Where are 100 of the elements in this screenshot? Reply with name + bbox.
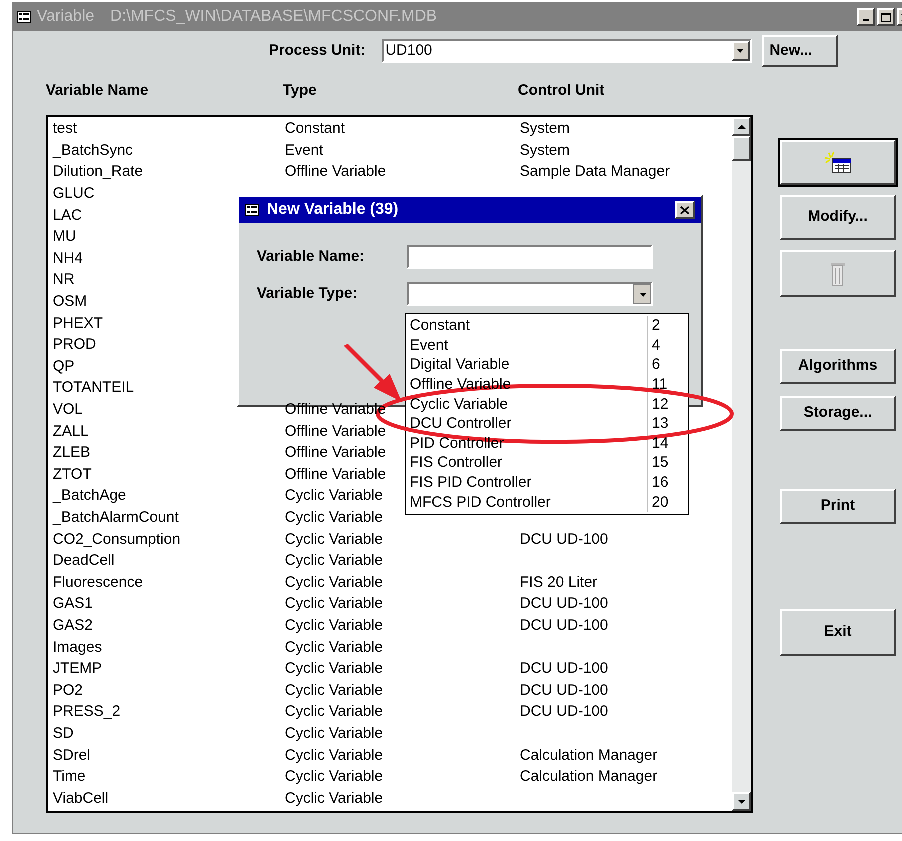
table-cell: Offline Variable: [285, 163, 386, 180]
table-cell: Images: [53, 638, 102, 656]
form-icon: [17, 11, 31, 23]
maximize-button[interactable]: [877, 8, 895, 26]
caret-icon: [737, 49, 744, 53]
table-cell: Cyclic Variable: [285, 552, 384, 570]
scroll-thumb[interactable]: [732, 136, 751, 161]
table-cell: Sample Data Manager: [520, 163, 670, 180]
option-code: 20: [652, 494, 669, 511]
table-cell: ViabCell: [53, 790, 109, 807]
new-table-icon: [823, 150, 853, 174]
table-cell: Cyclic Variable: [285, 638, 384, 656]
table-cell: Cyclic Variable: [285, 724, 384, 742]
table-cell: CO2_Consumption: [53, 530, 181, 548]
table-cell: Constant: [285, 120, 346, 138]
table-cell: test: [53, 120, 78, 138]
column-header: Variable Name: [46, 80, 150, 101]
option-code: 11: [652, 376, 668, 394]
table-cell: PROD: [53, 336, 96, 354]
table-cell: Calculation Manager: [520, 746, 658, 764]
dropdown-option[interactable]: Cyclic Variable: [410, 396, 508, 412]
table-cell: GAS2: [53, 616, 94, 634]
table-cell: ZALL: [53, 422, 89, 440]
table-cell: NH4: [53, 250, 84, 267]
side-button[interactable]: Algorithms: [780, 349, 896, 384]
table-cell: SDrel: [53, 746, 91, 764]
table-cell: OSM: [53, 293, 88, 310]
table-cell: _BatchAlarmCount: [53, 508, 179, 526]
side-button[interactable]: Modify...: [780, 195, 896, 240]
minimize-button[interactable]: [857, 8, 875, 26]
caret-icon: [640, 293, 646, 297]
table-cell: Dilution_Rate: [53, 163, 144, 180]
table-cell: _BatchAge: [53, 487, 126, 504]
variable-name-label: Variable Name:: [257, 246, 366, 267]
scrollbar[interactable]: [732, 117, 751, 811]
form-icon: [245, 204, 259, 216]
dropdown-button[interactable]: [633, 284, 651, 304]
table-cell: _BatchSync: [53, 142, 134, 159]
table-cell: QP: [53, 358, 75, 375]
table-cell: Event: [285, 142, 324, 159]
table-cell: Cyclic Variable: [285, 790, 384, 807]
scroll-up-button[interactable]: [732, 117, 751, 136]
table-cell: JTEMP: [53, 660, 102, 678]
trash-icon: [830, 260, 846, 286]
table-cell: GLUC: [53, 185, 95, 202]
table-cell: Cyclic Variable: [285, 768, 384, 786]
process-unit-combo[interactable]: UD100: [382, 39, 752, 63]
table-cell: DCU UD-100: [520, 595, 608, 612]
variable-name-field[interactable]: [407, 245, 653, 269]
table-cell: Offline Variable: [285, 422, 386, 440]
option-code: 16: [652, 474, 669, 492]
table-cell: Cyclic Variable: [285, 682, 384, 699]
table-cell: FIS 20 Liter: [520, 574, 598, 591]
close-button[interactable]: [675, 201, 695, 219]
dropdown-option[interactable]: MFCS PID Controller: [410, 494, 551, 510]
side-button[interactable]: Print: [780, 489, 896, 524]
new-process-button[interactable]: New...: [762, 35, 838, 67]
table-cell: PHEXT: [53, 314, 104, 332]
table-cell: Cyclic Variable: [285, 703, 384, 720]
side-button[interactable]: Storage...: [780, 396, 896, 431]
option-code: 14: [652, 434, 669, 452]
table-cell: System: [520, 120, 570, 138]
up-arrow-icon: [738, 124, 746, 128]
dropdown-option[interactable]: FIS Controller: [410, 455, 503, 470]
side-button[interactable]: Exit: [780, 609, 896, 656]
table-cell: DeadCell: [53, 552, 115, 570]
dropdown-option[interactable]: Event: [410, 338, 448, 353]
scroll-down-button[interactable]: [732, 792, 751, 811]
table-cell: Cyclic Variable: [285, 530, 384, 548]
variable-type-combo[interactable]: [407, 282, 653, 306]
table-cell: ZLEB: [53, 444, 91, 462]
table-cell: VOL: [53, 401, 84, 418]
dropdown-option[interactable]: FIS PID Controller: [410, 475, 532, 490]
column-header: Control Unit: [518, 80, 605, 101]
table-cell: Calculation Manager: [520, 768, 658, 786]
table-cell: System: [520, 142, 570, 159]
option-code: 6: [652, 356, 660, 374]
option-code: 15: [652, 454, 669, 472]
dropdown-option[interactable]: DCU Controller: [410, 416, 512, 432]
table-cell: TOTANTEIL: [53, 379, 134, 396]
table-cell: Offline Variable: [285, 466, 386, 483]
table-cell: PO2: [53, 682, 84, 699]
window-path: D:\MFCS_WIN\DATABASE\MFCSCONF.MDB: [110, 7, 438, 27]
table-cell: Fluorescence: [53, 574, 144, 591]
column-header: Type: [283, 80, 318, 101]
dropdown-option[interactable]: Digital Variable: [410, 357, 510, 372]
down-arrow-icon: [738, 800, 746, 804]
dropdown-option[interactable]: Constant: [410, 318, 470, 334]
table-cell: Cyclic Variable: [285, 746, 384, 764]
new-variable-button[interactable]: [780, 140, 896, 185]
table-cell: MU: [53, 228, 76, 246]
table-cell: DCU UD-100: [520, 660, 608, 678]
table-cell: Cyclic Variable: [285, 574, 384, 591]
table-cell: DCU UD-100: [520, 616, 608, 634]
table-cell: DCU UD-100: [520, 703, 608, 720]
close-icon: [680, 206, 690, 214]
table-cell: DCU UD-100: [520, 682, 608, 699]
dropdown-option[interactable]: PID Controller: [410, 436, 504, 451]
option-code: 2: [652, 317, 660, 334]
option-code: 4: [652, 336, 660, 354]
